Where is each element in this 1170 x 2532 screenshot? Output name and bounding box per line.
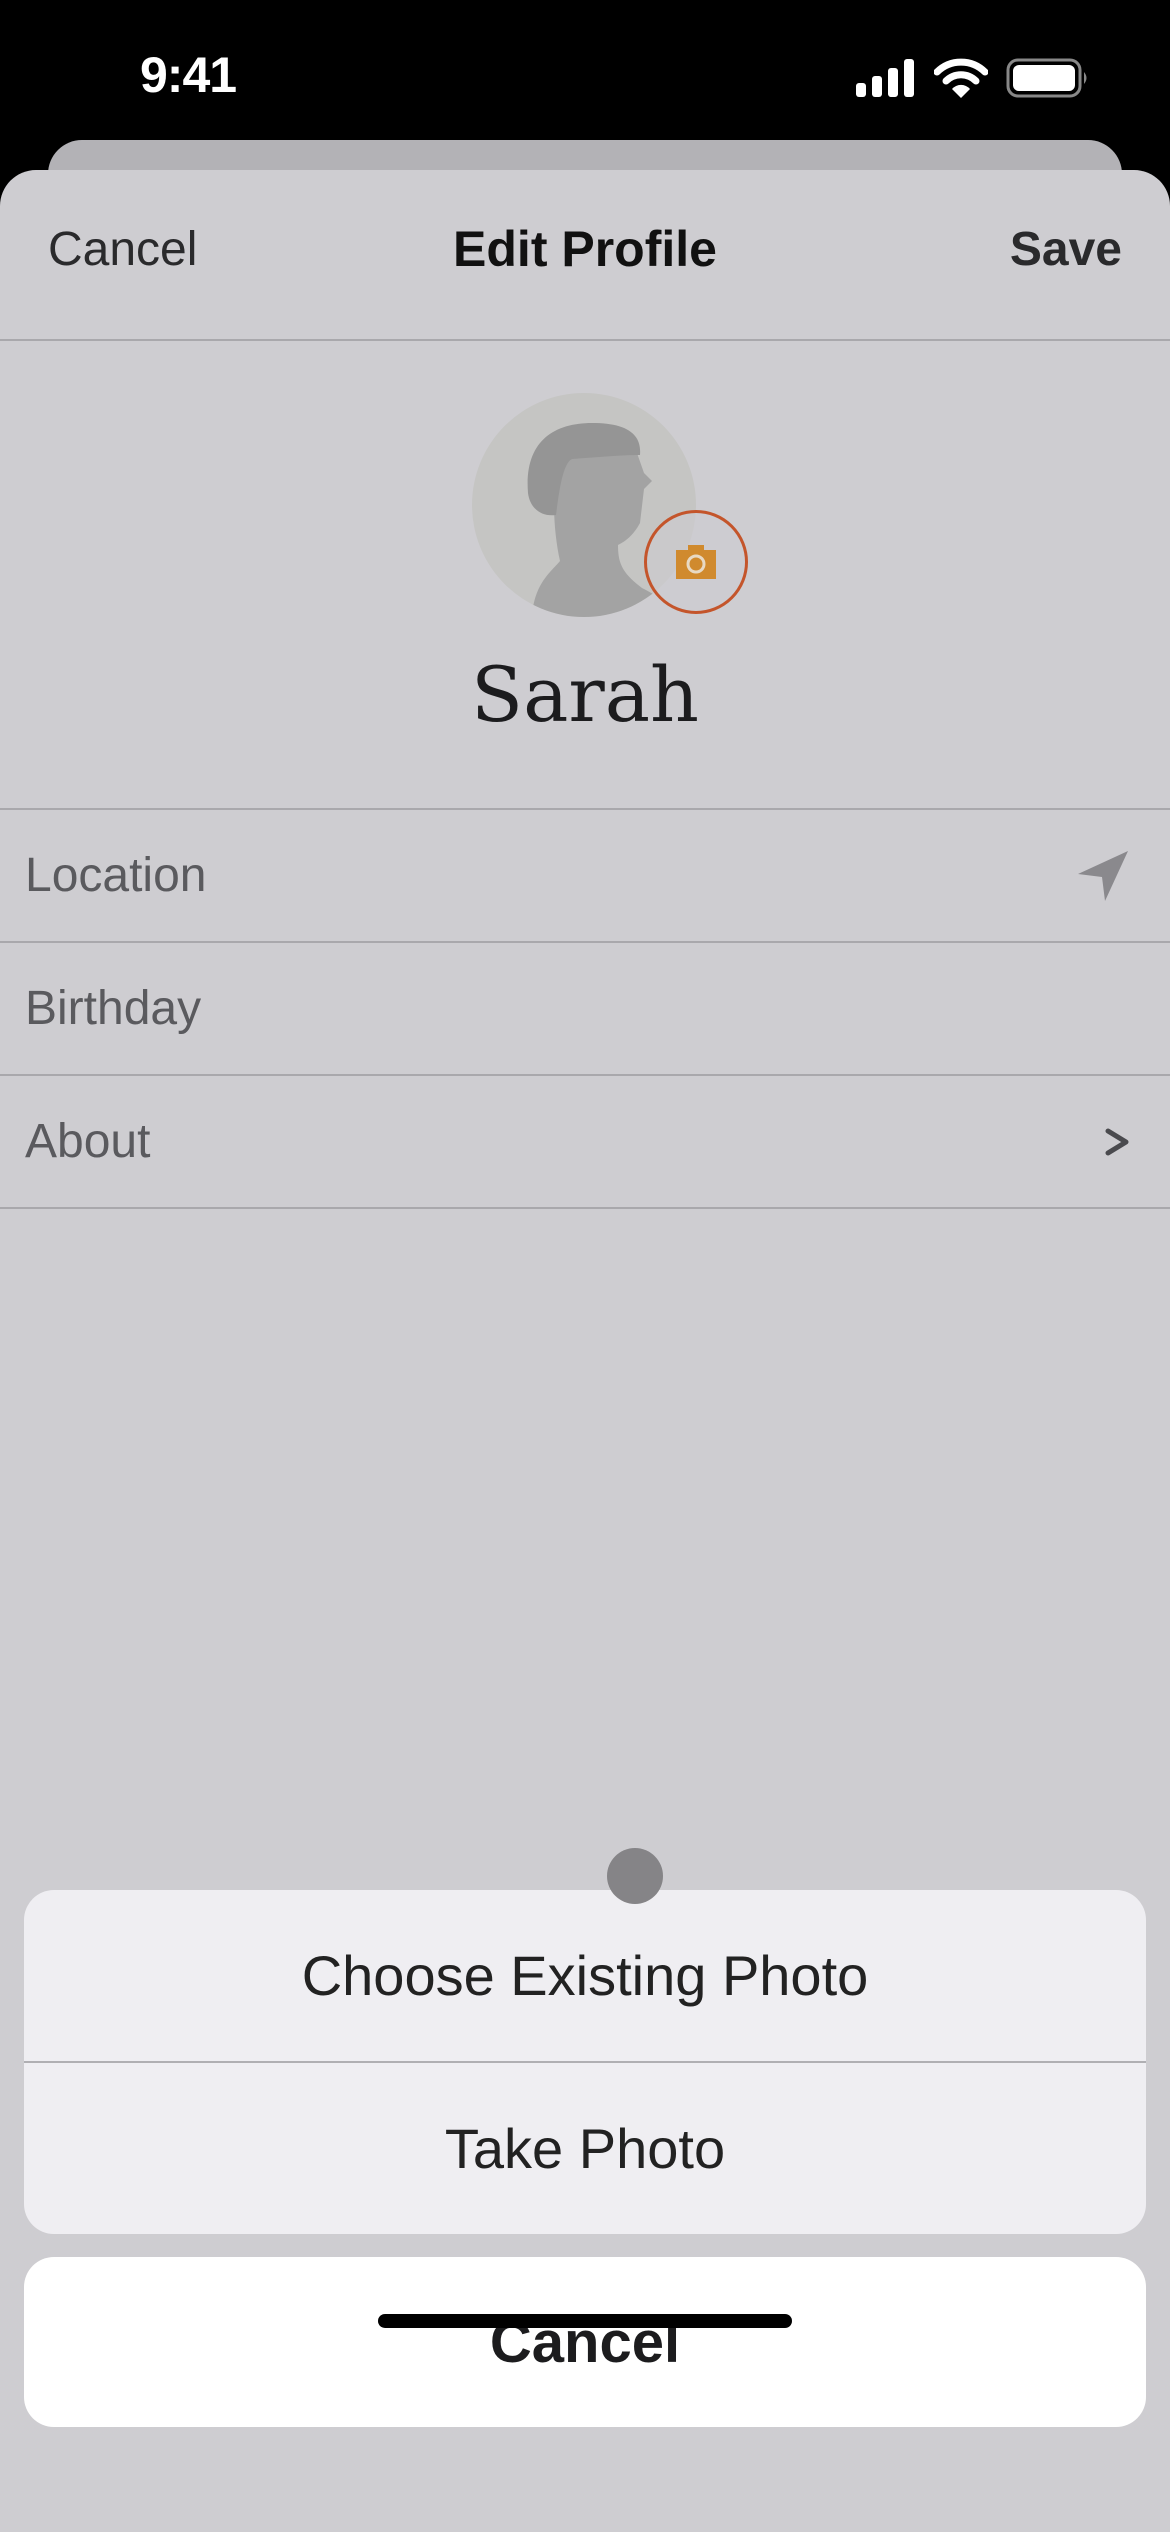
- profile-name: Sarah: [471, 650, 699, 739]
- camera-icon: [676, 545, 716, 579]
- status-time: 9:41: [140, 47, 237, 103]
- take-photo-button[interactable]: Take Photo: [24, 2061, 1146, 2234]
- birthday-row[interactable]: Birthday: [0, 943, 1170, 1076]
- save-button[interactable]: Save: [1010, 222, 1122, 277]
- home-indicator[interactable]: [378, 2314, 792, 2328]
- profile-fields-list: Location Birthday About: [0, 808, 1170, 1209]
- birthday-label: Birthday: [25, 982, 202, 1035]
- location-label: Location: [25, 849, 207, 902]
- wifi-icon: [934, 58, 988, 98]
- cellular-signal-icon: [856, 59, 914, 97]
- status-icons: [856, 58, 1090, 98]
- location-row[interactable]: Location: [0, 810, 1170, 943]
- about-label: About: [25, 1115, 151, 1168]
- choose-existing-photo-button[interactable]: Choose Existing Photo: [24, 1890, 1146, 2061]
- status-bar: 9:41: [0, 0, 1170, 140]
- action-sheet-options: Choose Existing Photo Take Photo: [24, 1890, 1146, 2234]
- chevron-right-icon: [1104, 1076, 1130, 1207]
- nav-cancel-button[interactable]: Cancel: [48, 222, 197, 277]
- about-row[interactable]: About: [0, 1076, 1170, 1209]
- battery-icon: [1006, 58, 1087, 98]
- change-photo-button[interactable]: [644, 510, 748, 614]
- navigation-bar: Cancel Edit Profile Save: [0, 170, 1170, 341]
- action-sheet-cancel-button[interactable]: Cancel: [24, 2257, 1146, 2427]
- location-arrow-icon[interactable]: [1076, 810, 1130, 941]
- touch-indicator: [607, 1848, 663, 1904]
